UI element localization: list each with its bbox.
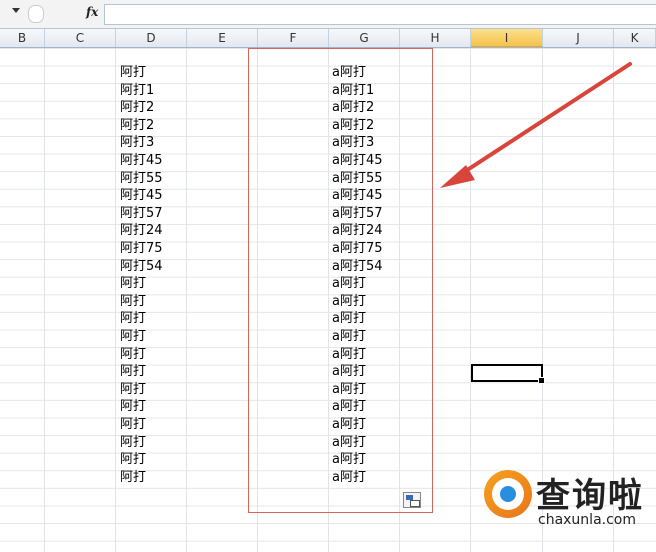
magnifier-icon [484,470,532,518]
watermark-logo: 查询啦 chaxunla.com [478,462,656,532]
watermark-title: 查询啦 [536,476,644,516]
watermark-subtitle: chaxunla.com [538,512,636,528]
arrow-shaft [453,62,632,180]
